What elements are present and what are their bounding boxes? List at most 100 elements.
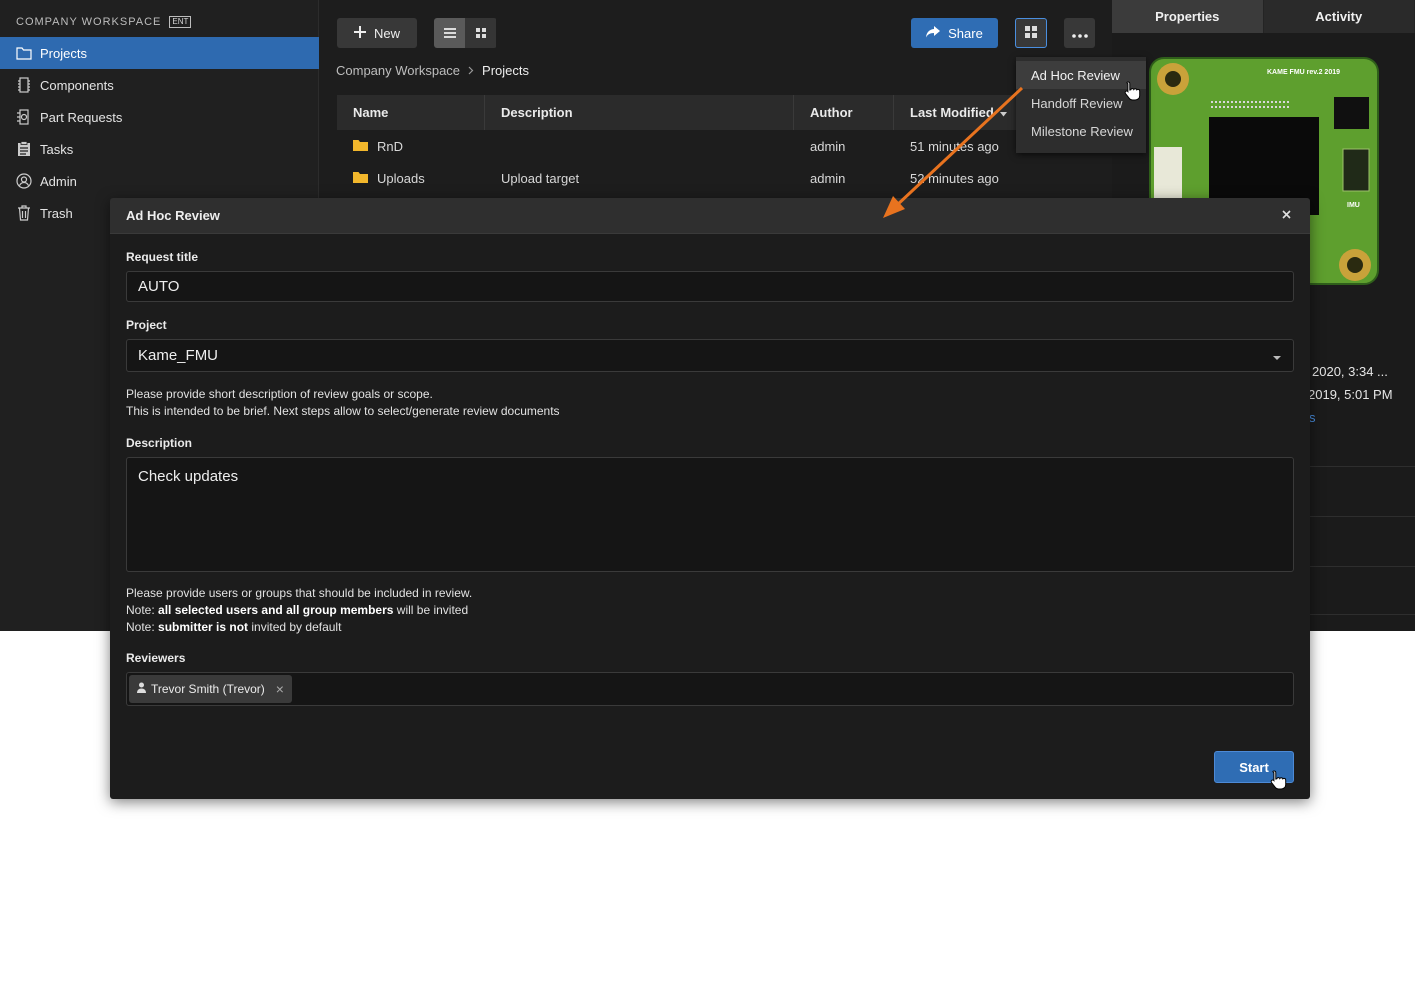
close-button[interactable] (1278, 206, 1294, 222)
description-help-line: This is intended to be brief. Next steps… (126, 404, 560, 418)
review-type-menu: Ad Hoc Review Handoff Review Milestone R… (1016, 57, 1146, 153)
description-textarea[interactable]: Check updates (126, 457, 1294, 572)
more-options-button[interactable] (1064, 18, 1095, 48)
reviewer-name: Trevor Smith (Trevor) (151, 682, 265, 696)
share-button[interactable]: Share (911, 18, 998, 48)
remove-reviewer-icon[interactable]: × (276, 681, 284, 697)
sidebar-item-label: Part Requests (40, 109, 123, 125)
table-header: Name Description Author Last Modified (337, 95, 1093, 130)
menu-item-ad-hoc-review[interactable]: Ad Hoc Review (1016, 61, 1146, 89)
sidebar-item-components[interactable]: Components (0, 69, 319, 101)
menu-item-milestone-review[interactable]: Milestone Review (1016, 117, 1146, 145)
column-header-description[interactable]: Description (485, 95, 794, 130)
reviewers-note-2: Note: submitter is not invited by defaul… (126, 619, 472, 636)
sidebar-item-part-requests[interactable]: Part Requests (0, 101, 319, 133)
created-date: 2020, 3:34 ... (1312, 364, 1388, 379)
ent-badge: ENT (169, 16, 192, 28)
table-row[interactable]: RnD admin 51 minutes ago (337, 130, 1093, 162)
new-button-label: New (373, 25, 400, 41)
note-emphasis: submitter is not (158, 620, 249, 634)
breadcrumb-root[interactable]: Company Workspace (336, 63, 460, 78)
cell-modified: 52 minutes ago (910, 170, 999, 186)
sidebar-item-admin[interactable]: Admin (0, 165, 319, 197)
file-table: Name Description Author Last Modified Rn… (337, 95, 1093, 194)
workspace-title: COMPANY WORKSPACE ENT (16, 15, 192, 29)
divider (1309, 566, 1415, 567)
row-name: RnD (377, 138, 404, 154)
reviewers-help-line: Please provide users or groups that shou… (126, 586, 473, 600)
sidebar-item-label: Admin (40, 173, 77, 189)
tab-properties[interactable]: Properties (1112, 0, 1264, 33)
ad-hoc-review-dialog: Ad Hoc Review Request title AUTO Project… (110, 198, 1310, 799)
reviewers-label: Reviewers (126, 651, 186, 665)
cell-name: RnD (337, 139, 485, 154)
description-label: Description (126, 436, 193, 450)
start-button[interactable]: Start (1214, 751, 1294, 783)
sidebar-item-label: Tasks (40, 141, 74, 157)
review-button[interactable] (1015, 18, 1047, 48)
cell-description: Upload target (501, 170, 580, 186)
trash-icon (16, 205, 32, 221)
component-icon (16, 77, 32, 93)
sidebar-item-label: Projects (40, 45, 87, 61)
grid-view-button[interactable] (465, 18, 496, 48)
breadcrumb-current: Projects (482, 63, 530, 78)
modified-date: 2019, 5:01 PM (1308, 387, 1393, 402)
column-header-name[interactable]: Name (337, 95, 485, 130)
sidebar-item-tasks[interactable]: Tasks (0, 133, 319, 165)
folder-icon (353, 139, 368, 154)
request-title-label: Request title (126, 250, 199, 264)
plus-icon (353, 25, 366, 41)
cell-name: Uploads (337, 171, 485, 186)
clipboard-icon (16, 141, 32, 157)
column-header-author[interactable]: Author (794, 95, 894, 130)
reviewers-note-1: Note: all selected users and all group m… (126, 602, 472, 619)
workspace-title-text: COMPANY WORKSPACE (16, 16, 162, 28)
sidebar-item-projects[interactable]: Projects (0, 37, 319, 69)
panel-tabs: Properties Activity (1112, 0, 1415, 33)
new-button[interactable]: New (337, 18, 417, 48)
sidebar-item-label: Components (40, 77, 114, 93)
project-select-value: Kame_FMU (138, 347, 219, 364)
sidebar-item-label: Trash (40, 205, 73, 221)
grid-icon (475, 26, 486, 41)
tab-activity[interactable]: Activity (1263, 0, 1415, 33)
divider (1309, 466, 1415, 467)
view-toggle (434, 18, 497, 48)
dialog-title: Ad Hoc Review (110, 198, 1310, 234)
folder-icon (353, 171, 368, 186)
description-help: Please provide short description of revi… (126, 386, 560, 420)
column-header-label: Last Modified (910, 105, 994, 120)
ellipsis-icon (1071, 26, 1088, 41)
list-icon (443, 26, 456, 41)
share-button-label: Share (948, 25, 983, 41)
reviewers-input[interactable]: Trevor Smith (Trevor) × (126, 672, 1294, 706)
imu-label: IMU (1347, 202, 1360, 209)
note-prefix: Note: (126, 603, 159, 617)
list-view-button[interactable] (434, 18, 465, 48)
user-circle-icon (16, 173, 32, 189)
project-select[interactable]: Kame_FMU (126, 339, 1294, 372)
note-emphasis: all selected users and all group members (158, 603, 394, 617)
menu-item-handoff-review[interactable]: Handoff Review (1016, 89, 1146, 117)
note-suffix: will be invited (393, 603, 469, 617)
table-row[interactable]: Uploads Upload target admin 52 minutes a… (337, 162, 1093, 194)
chevron-down-icon (1273, 356, 1281, 360)
request-title-input[interactable]: AUTO (126, 271, 1294, 302)
reviewers-help: Please provide users or groups that shou… (126, 585, 472, 636)
user-icon (137, 682, 146, 696)
note-prefix: Note: (126, 620, 159, 634)
breadcrumb: Company Workspace Projects (336, 63, 529, 78)
divider (1309, 516, 1415, 517)
row-name: Uploads (377, 170, 425, 186)
sort-caret-icon (999, 105, 1007, 120)
cell-author: admin (810, 138, 846, 154)
board-label: KAME FMU rev.2 2019 (1267, 69, 1340, 76)
close-icon (1281, 207, 1291, 222)
review-layout-icon (1025, 25, 1037, 41)
note-suffix: invited by default (248, 620, 342, 634)
cell-author: admin (810, 170, 846, 186)
folder-icon (16, 45, 32, 61)
reviewer-chip: Trevor Smith (Trevor) × (129, 675, 292, 703)
project-label: Project (126, 318, 167, 332)
